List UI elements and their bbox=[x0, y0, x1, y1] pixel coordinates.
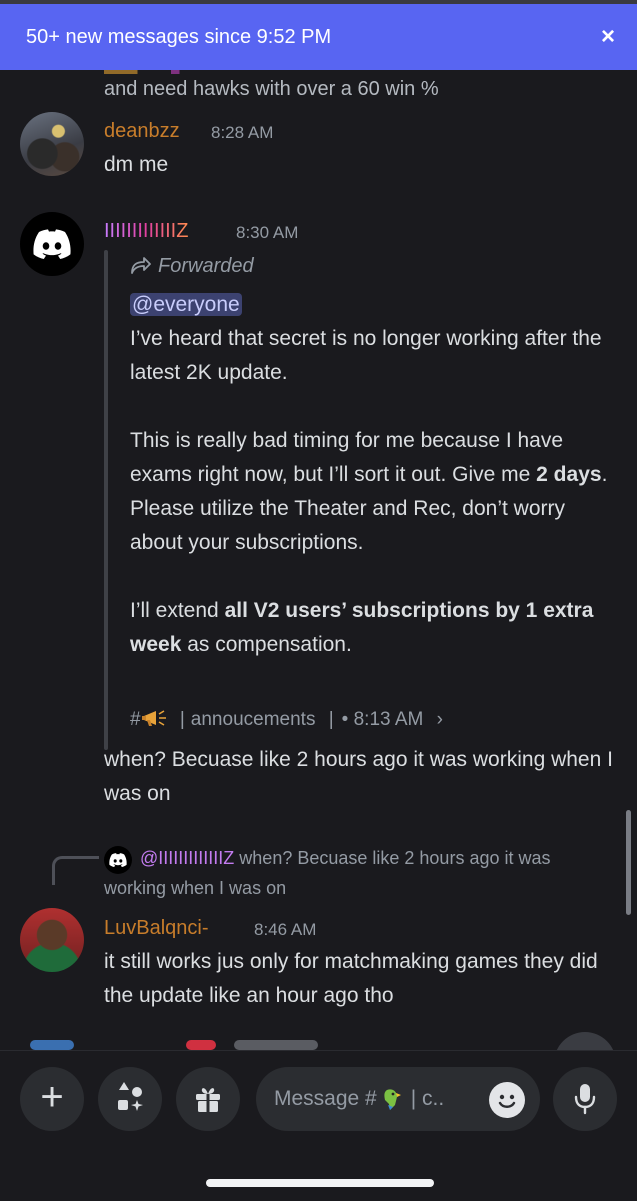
plus-icon: + bbox=[40, 1075, 64, 1119]
mic-icon bbox=[574, 1084, 596, 1115]
close-icon[interactable]: × bbox=[601, 23, 615, 51]
avatar-deanbzz[interactable] bbox=[20, 112, 84, 176]
forward-arrow-icon bbox=[131, 257, 151, 274]
reply-username: @IIIIIIIIIIIIIZ bbox=[140, 848, 235, 868]
chat-area[interactable]: and need hawks with over a 60 win % dean… bbox=[0, 70, 637, 1050]
gift-icon bbox=[196, 1088, 220, 1112]
megaphone-icon bbox=[141, 710, 166, 726]
discord-logo-icon bbox=[33, 229, 71, 259]
forwarded-label: Forwarded bbox=[130, 255, 254, 278]
chevron-right-icon: › bbox=[436, 709, 443, 730]
emoji-icon bbox=[498, 1094, 516, 1108]
message-text: it still works jus only for matchmaking … bbox=[104, 950, 598, 1007]
scrollbar[interactable] bbox=[626, 810, 631, 915]
forward-source-link[interactable]: # | annoucements | • 8:13 AM › bbox=[130, 708, 443, 731]
channel-hash: # bbox=[130, 709, 141, 730]
forwarded-text: Forwarded bbox=[158, 255, 254, 277]
new-messages-banner[interactable]: 50+ new messages since 9:52 PM × bbox=[0, 4, 637, 70]
apps-icon bbox=[118, 1082, 143, 1111]
forward-time: • 8:13 AM bbox=[341, 709, 424, 730]
new-messages-text: 50+ new messages since 9:52 PM bbox=[26, 25, 332, 48]
avatar-luvbalqnci[interactable] bbox=[20, 908, 84, 972]
username-deanbzz[interactable]: deanbzz bbox=[104, 120, 180, 143]
gift-button[interactable] bbox=[176, 1067, 240, 1131]
username-luvbalqnci[interactable]: LuvBalqnci- bbox=[104, 917, 209, 940]
reply-preview[interactable]: @IIIIIIIIIIIIIZ when? Becuase like 2 hou… bbox=[104, 843, 604, 903]
username-iiiiz[interactable]: IIIIIIIIIIIIIZ bbox=[104, 220, 188, 243]
voice-message-button[interactable] bbox=[553, 1067, 617, 1131]
forwarded-paragraph-3: I’ll extend all V2 users’ subscriptions … bbox=[130, 599, 594, 656]
message-text: dm me bbox=[104, 153, 169, 176]
reply-connector bbox=[52, 856, 99, 885]
message-placeholder-prefix: Message # bbox=[274, 1087, 377, 1110]
home-indicator[interactable] bbox=[206, 1179, 434, 1187]
channel-name: annoucements bbox=[190, 709, 316, 730]
next-message-peek bbox=[186, 1040, 216, 1050]
jump-to-present-button[interactable] bbox=[554, 1032, 616, 1050]
avatar-discord[interactable] bbox=[20, 212, 84, 276]
add-button[interactable]: + bbox=[20, 1067, 84, 1131]
username-iiiiz-text: IIIIIIIIIIIIIZ bbox=[104, 220, 189, 242]
next-avatar-peek bbox=[30, 1040, 74, 1050]
forwarded-message-body: @everyone I’ve heard that secret is no l… bbox=[130, 288, 610, 662]
previous-message-tail: and need hawks with over a 60 win % bbox=[104, 78, 439, 100]
apps-button[interactable] bbox=[98, 1067, 162, 1131]
message-placeholder-suffix: | c.. bbox=[410, 1087, 445, 1110]
parrot-emoji-icon bbox=[384, 1089, 401, 1110]
forwarded-paragraph-1: I’ve heard that secret is no longer work… bbox=[130, 327, 602, 384]
next-message-peek bbox=[234, 1040, 318, 1050]
everyone-mention[interactable]: @everyone bbox=[130, 293, 242, 316]
timestamp: 8:30 AM bbox=[236, 223, 299, 242]
timestamp: 8:46 AM bbox=[254, 920, 317, 939]
emoji-button[interactable] bbox=[489, 1082, 525, 1118]
previous-message-cutoff bbox=[104, 70, 524, 74]
forwarded-paragraph-2: This is really bad timing for me because… bbox=[130, 429, 608, 554]
timestamp: 8:28 AM bbox=[211, 123, 274, 142]
forward-quote-bar bbox=[104, 250, 108, 750]
message-text: when? Becuase like 2 hours ago it was wo… bbox=[104, 748, 613, 805]
